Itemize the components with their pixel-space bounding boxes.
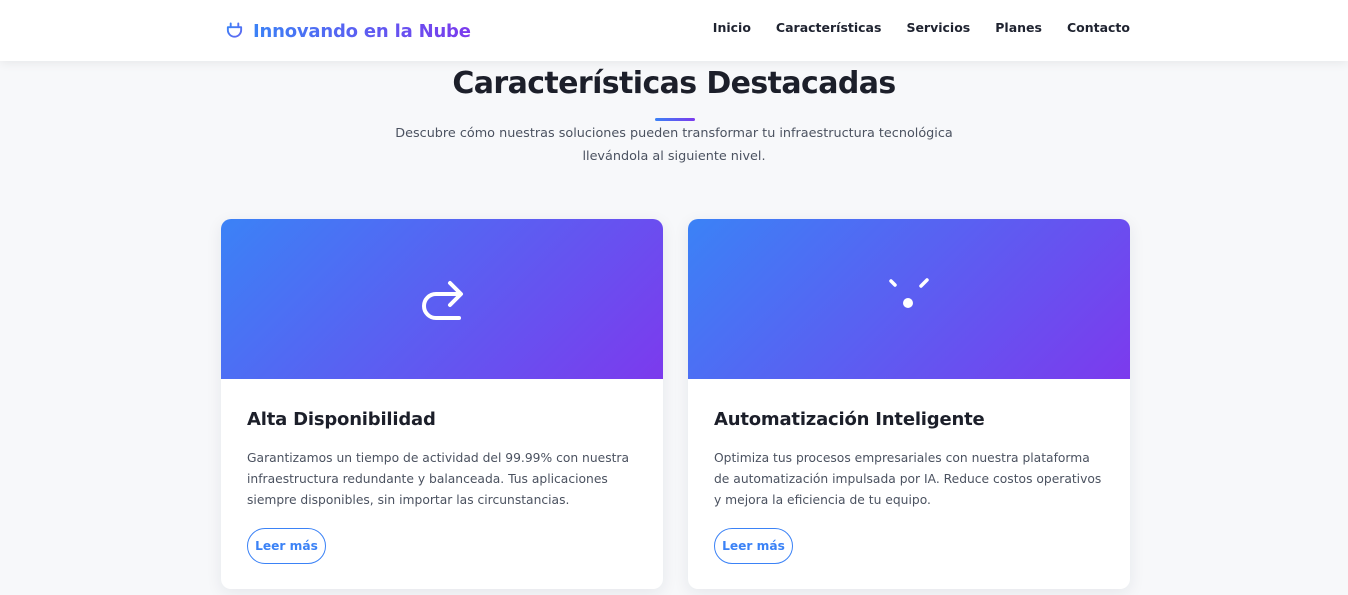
nav-link-inicio[interactable]: Inicio — [713, 20, 751, 35]
nav-link-caracteristicas[interactable]: Características — [776, 20, 882, 35]
brand-logo[interactable]: Innovando en la Nube — [225, 18, 471, 44]
nav-link-contacto[interactable]: Contacto — [1067, 20, 1130, 35]
card-description: Garantizamos un tiempo de actividad del … — [247, 451, 630, 507]
brand-name: Innovando en la Nube — [253, 20, 471, 42]
nav-link-servicios[interactable]: Servicios — [906, 20, 970, 35]
card-hero — [221, 219, 663, 379]
card-description: Optimiza tus procesos empresariales con … — [714, 451, 1102, 507]
feature-card-alta-disponibilidad: Alta Disponibilidad Garantizamos un tiem… — [221, 219, 663, 589]
plug-icon — [226, 22, 243, 41]
subtitle-line-1: Descubre cómo nuestras soluciones pueden… — [395, 126, 953, 141]
feature-card-automatizacion: Automatización Inteligente Optimiza tus … — [688, 219, 1130, 589]
site-header: Innovando en la Nube Inicio Característi… — [0, 0, 1348, 61]
spark-icon — [889, 278, 929, 308]
read-more-button[interactable]: Leer más — [714, 528, 793, 564]
nav-link-planes[interactable]: Planes — [995, 20, 1042, 35]
card-hero — [688, 219, 1130, 379]
card-title: Alta Disponibilidad — [247, 409, 436, 430]
section-title: Características Destacadas — [452, 66, 896, 101]
title-underline — [655, 118, 695, 121]
subtitle-line-2: llevándola al siguiente nivel. — [582, 149, 766, 164]
redo-arrow-icon — [422, 281, 463, 320]
section-subtitle: Descubre cómo nuestras soluciones pueden… — [374, 122, 974, 168]
card-title: Automatización Inteligente — [714, 409, 985, 430]
main-nav: Inicio Características Servicios Planes … — [713, 20, 1130, 35]
read-more-button[interactable]: Leer más — [247, 528, 326, 564]
